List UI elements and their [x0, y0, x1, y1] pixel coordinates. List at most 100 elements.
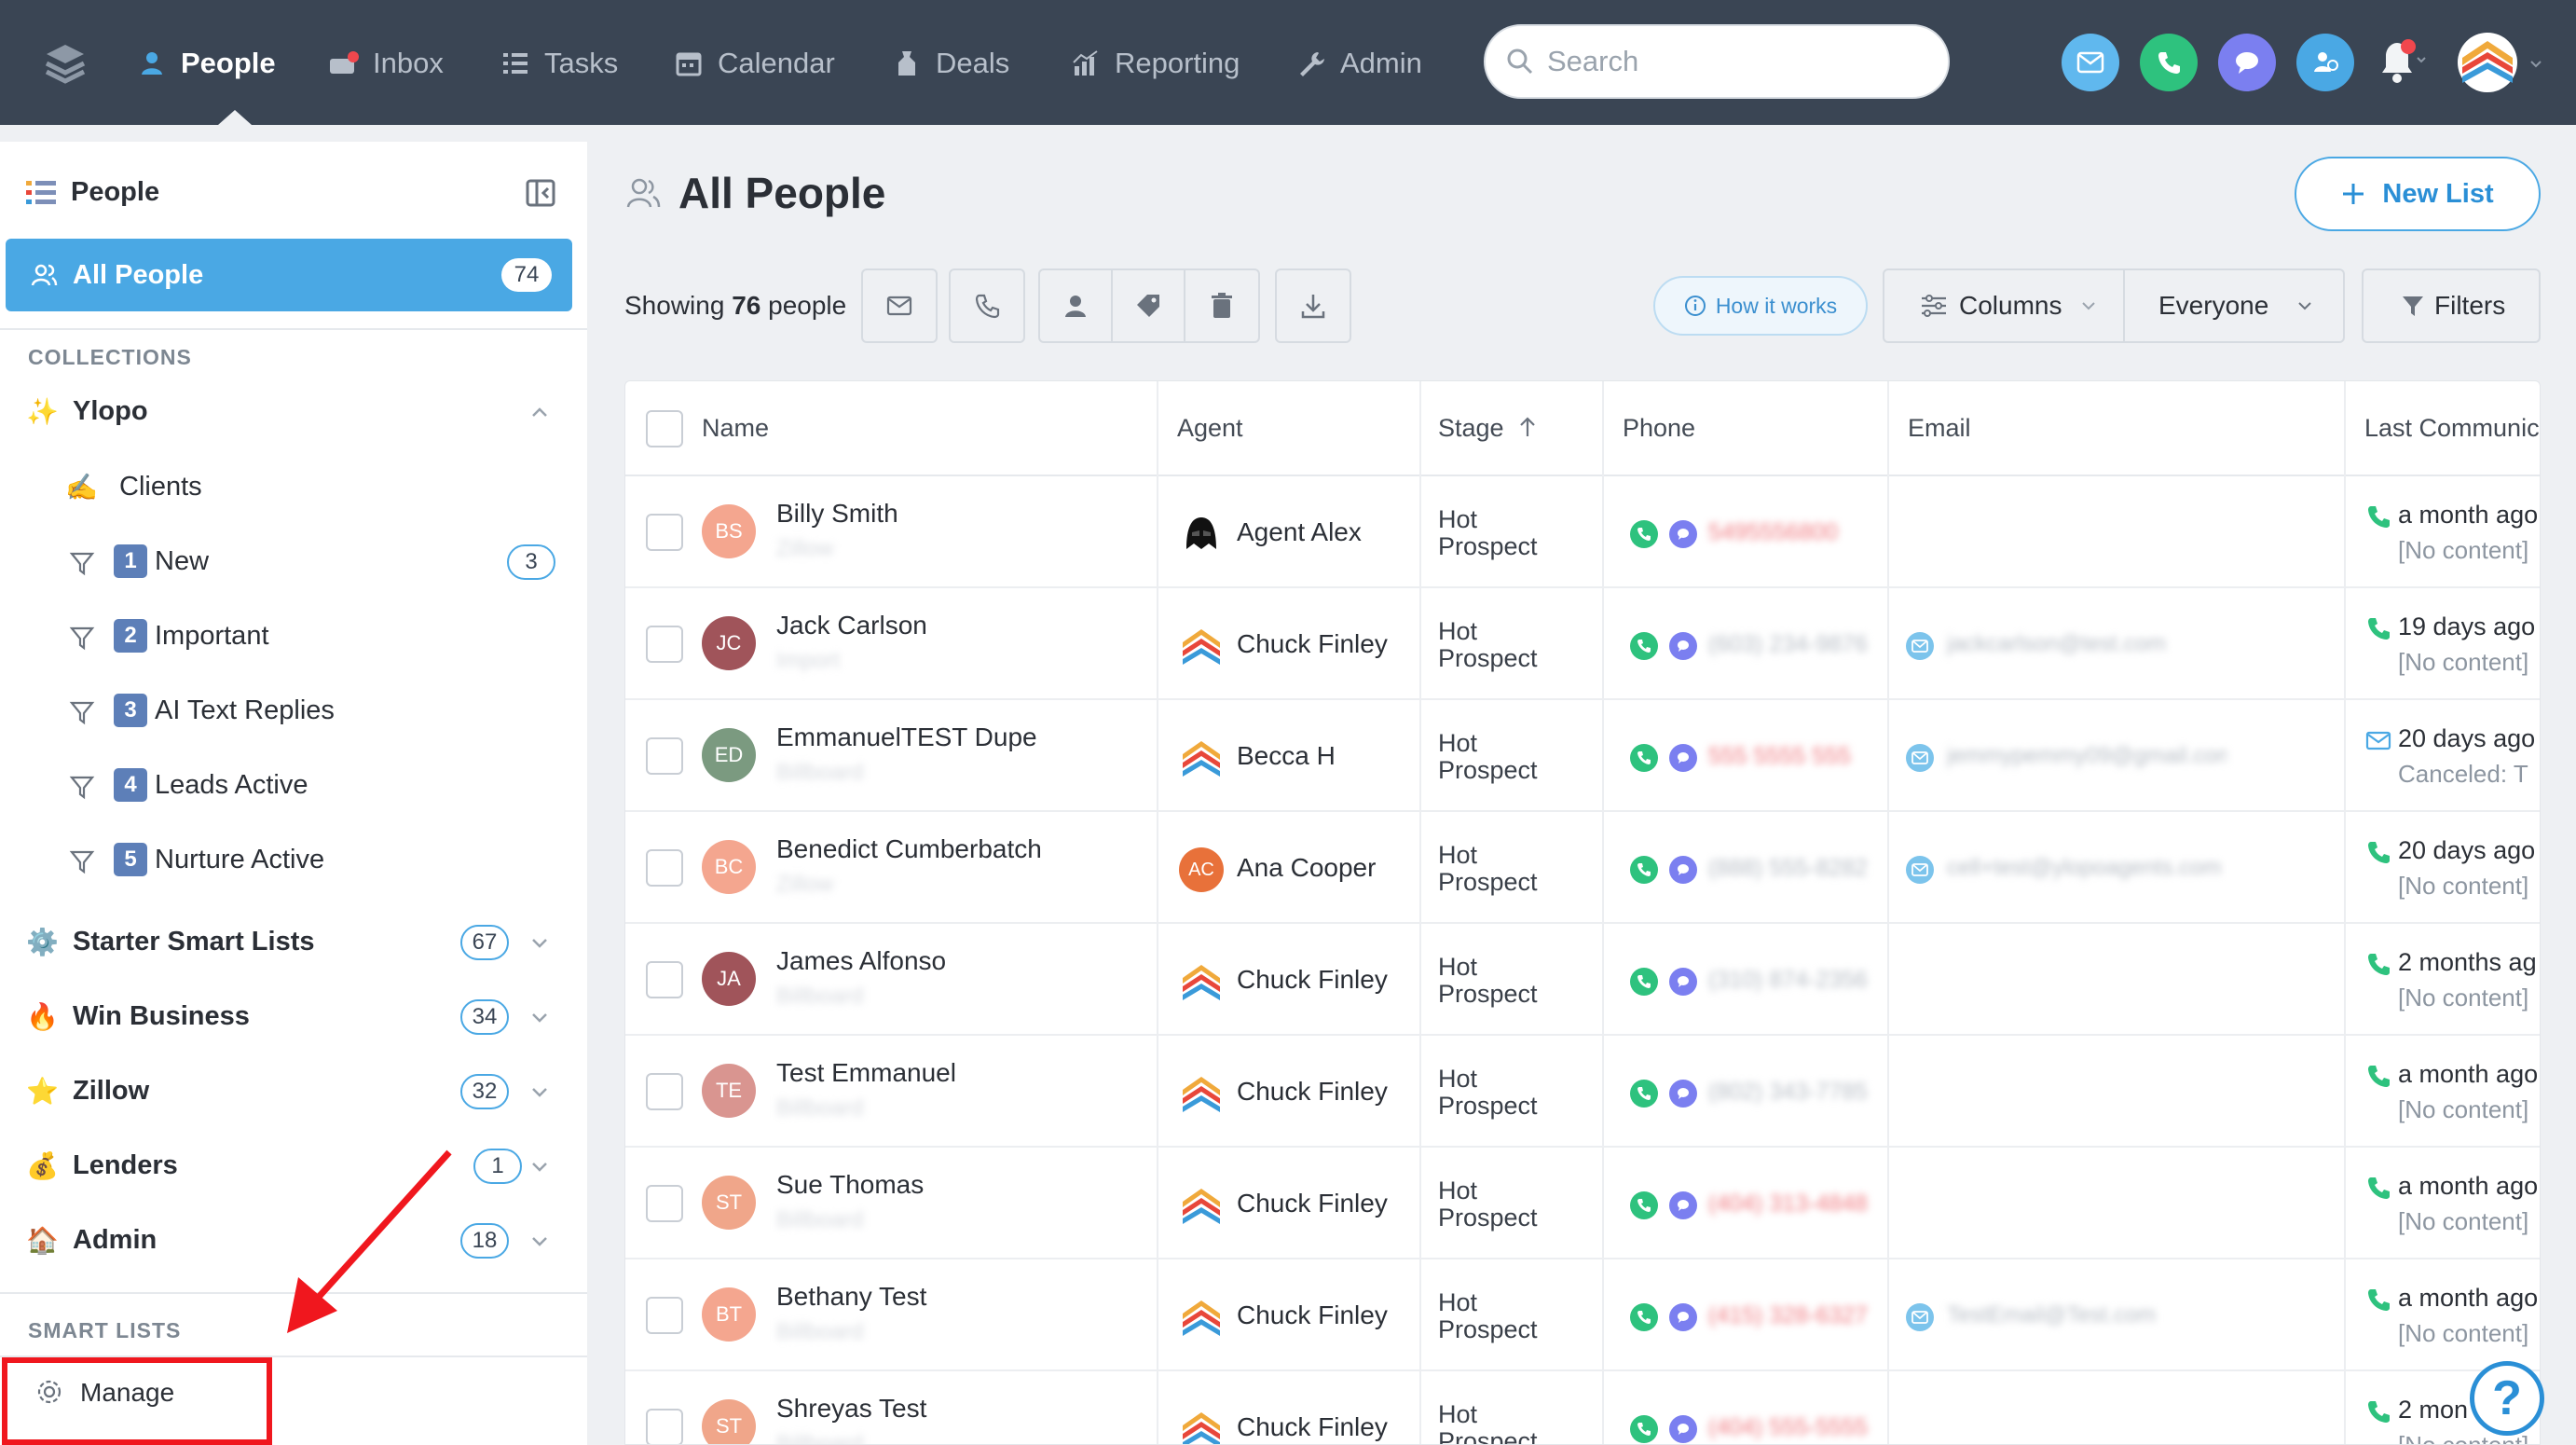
row-checkbox[interactable]: [646, 961, 683, 998]
bulk-call-button[interactable]: [949, 268, 1025, 343]
stage-value[interactable]: Hot Prospect: [1438, 730, 1550, 784]
avatar[interactable]: ST: [702, 1176, 756, 1230]
text-message-icon[interactable]: [1669, 1303, 1697, 1331]
row-checkbox[interactable]: [646, 514, 683, 551]
row-checkbox[interactable]: [646, 1297, 683, 1334]
phone-value[interactable]: (802) 343-7785: [1708, 1079, 1868, 1106]
row-checkbox[interactable]: [646, 849, 683, 887]
column-header-name[interactable]: Name: [702, 414, 769, 443]
stage-value[interactable]: Hot Prospect: [1438, 1401, 1550, 1445]
avatar[interactable]: BT: [702, 1287, 756, 1342]
row-checkbox[interactable]: [646, 626, 683, 663]
column-header-last-communication[interactable]: Last Communic: [2364, 414, 2540, 443]
row-checkbox[interactable]: [646, 1073, 683, 1110]
text-message-icon[interactable]: [1669, 1080, 1697, 1108]
agent-name[interactable]: Chuck Finley: [1237, 1189, 1388, 1218]
stage-value[interactable]: Hot Prospect: [1438, 1289, 1550, 1343]
call-icon[interactable]: [1630, 1303, 1658, 1331]
agent-name[interactable]: Chuck Finley: [1237, 1300, 1388, 1330]
bulk-email-button[interactable]: [861, 268, 938, 343]
text-message-icon[interactable]: [1669, 632, 1697, 660]
sidebar-item-zillow[interactable]: ⭐ Zillow 32: [0, 1059, 587, 1124]
avatar[interactable]: TE: [702, 1064, 756, 1118]
email-value[interactable]: TestEmail@Test.com: [1947, 1302, 2227, 1328]
agent-name[interactable]: Chuck Finley: [1237, 965, 1388, 995]
person-name[interactable]: James Alfonso: [776, 946, 946, 976]
nav-deals[interactable]: Deals: [891, 41, 1009, 86]
email-icon[interactable]: [1906, 1303, 1934, 1331]
phone-value[interactable]: (888) 555-8282: [1708, 855, 1868, 882]
table-row[interactable]: JA James Alfonso Billboard Chuck Finley Hot …: [625, 924, 2540, 1036]
text-message-icon[interactable]: [1669, 520, 1697, 548]
nav-tasks[interactable]: Tasks: [500, 41, 618, 86]
call-icon[interactable]: [1630, 1080, 1658, 1108]
avatar[interactable]: JC: [702, 616, 756, 670]
agent-name[interactable]: Ana Cooper: [1237, 853, 1376, 883]
email-value[interactable]: cell+test@ylopoagents.com: [1947, 855, 2227, 881]
agent-name[interactable]: Chuck Finley: [1237, 629, 1388, 659]
person-name[interactable]: Jack Carlson: [776, 611, 927, 640]
sidebar-item-all-people[interactable]: All People 74: [6, 239, 572, 311]
table-row[interactable]: ED EmmanuelTEST Dupe Billboard Becca H Hot P…: [625, 700, 2540, 812]
avatar[interactable]: JA: [702, 952, 756, 1006]
search-input[interactable]: [1547, 45, 1920, 78]
row-checkbox[interactable]: [646, 737, 683, 775]
phone-icon[interactable]: [2140, 34, 2198, 91]
avatar[interactable]: BC: [702, 840, 756, 894]
call-icon[interactable]: [1630, 968, 1658, 996]
table-row[interactable]: JC Jack Carlson Import Chuck Finley Hot Pros…: [625, 588, 2540, 700]
nav-inbox[interactable]: Inbox: [328, 41, 444, 86]
sidebar-item-important[interactable]: 2 Important: [0, 604, 587, 669]
text-message-icon[interactable]: [1669, 1191, 1697, 1219]
phone-value[interactable]: (404) 313-4848: [1708, 1190, 1868, 1218]
email-icon[interactable]: [2062, 34, 2119, 91]
person-name[interactable]: Benedict Cumberbatch: [776, 834, 1042, 864]
sidebar-item-clients[interactable]: ✍️ Clients: [0, 455, 587, 520]
table-row[interactable]: BT Bethany Test Billboard Chuck Finley Hot P…: [625, 1259, 2540, 1371]
agent-name[interactable]: Becca H: [1237, 741, 1336, 771]
columns-dropdown[interactable]: Columns: [1883, 268, 2125, 343]
stage-value[interactable]: Hot Prospect: [1438, 1066, 1550, 1120]
bulk-assign-button[interactable]: [1038, 268, 1113, 343]
stage-value[interactable]: Hot Prospect: [1438, 506, 1550, 560]
account-avatar[interactable]: [2455, 30, 2552, 95]
row-checkbox[interactable]: [646, 1409, 683, 1444]
contacts-icon[interactable]: [2296, 34, 2354, 91]
person-name[interactable]: EmmanuelTEST Dupe: [776, 722, 1037, 752]
how-it-works-button[interactable]: How it works: [1653, 276, 1868, 336]
person-name[interactable]: Test Emmanuel: [776, 1058, 956, 1088]
collapse-sidebar-icon[interactable]: [526, 179, 555, 207]
phone-value[interactable]: 5495556800: [1708, 519, 1838, 546]
avatar[interactable]: ED: [702, 728, 756, 782]
chat-icon[interactable]: [2218, 34, 2276, 91]
phone-value[interactable]: 555 5555 555: [1708, 743, 1851, 770]
call-icon[interactable]: [1630, 632, 1658, 660]
stage-value[interactable]: Hot Prospect: [1438, 842, 1550, 896]
chevron-down-icon[interactable]: [529, 1231, 550, 1251]
email-icon[interactable]: [1906, 744, 1934, 772]
nav-calendar[interactable]: Calendar: [673, 41, 835, 86]
email-icon[interactable]: [1906, 632, 1934, 660]
chevron-down-icon[interactable]: [529, 1081, 550, 1102]
person-name[interactable]: Shreyas Test: [776, 1394, 926, 1424]
table-row[interactable]: ST Shreyas Test Billboard Chuck Finley Hot P…: [625, 1371, 2540, 1445]
column-header-phone[interactable]: Phone: [1623, 414, 1695, 443]
avatar[interactable]: BS: [702, 504, 756, 558]
agent-name[interactable]: Chuck Finley: [1237, 1412, 1388, 1442]
text-message-icon[interactable]: [1669, 856, 1697, 884]
text-message-icon[interactable]: [1669, 968, 1697, 996]
chevron-down-icon[interactable]: [529, 1007, 550, 1027]
bulk-delete-button[interactable]: [1184, 268, 1260, 343]
call-icon[interactable]: [1630, 856, 1658, 884]
call-icon[interactable]: [1630, 1191, 1658, 1219]
help-button[interactable]: ?: [2470, 1361, 2544, 1436]
sidebar-item-nurture-active[interactable]: 5 Nurture Active: [0, 828, 587, 893]
avatar[interactable]: ST: [702, 1399, 756, 1444]
nav-reporting[interactable]: Reporting: [1070, 41, 1240, 86]
sidebar-item-leads-active[interactable]: 4 Leads Active: [0, 753, 587, 819]
nav-people[interactable]: People: [136, 41, 276, 86]
phone-value[interactable]: (603) 234-9876: [1708, 631, 1868, 658]
person-name[interactable]: Bethany Test: [776, 1282, 926, 1312]
sidebar-item-ylopo[interactable]: ✨ Ylopo: [0, 379, 587, 445]
call-icon[interactable]: [1630, 520, 1658, 548]
